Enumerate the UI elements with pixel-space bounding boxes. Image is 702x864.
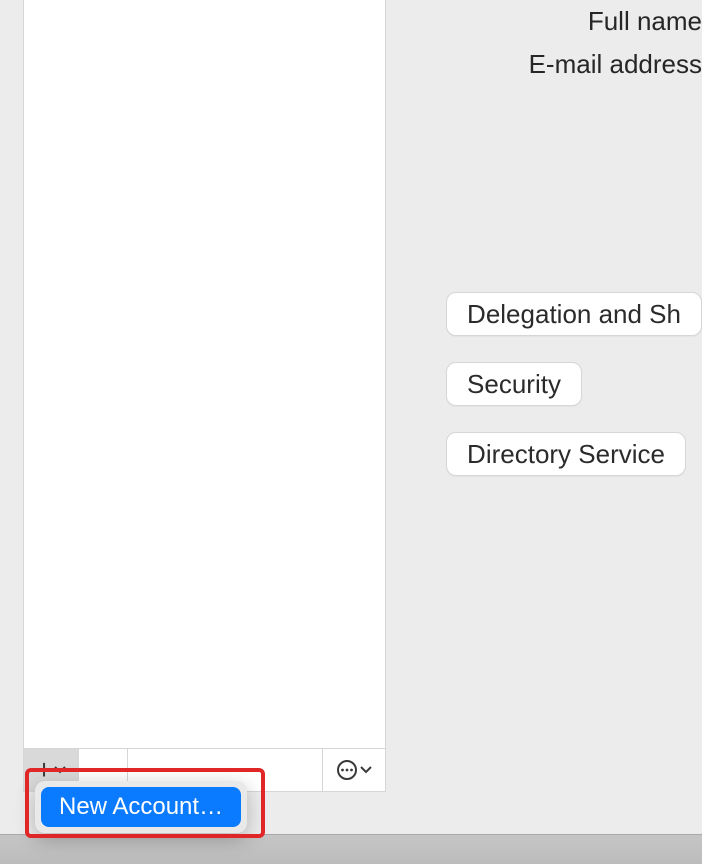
new-account-menu-item[interactable]: New Account… bbox=[41, 787, 241, 827]
window-bottom-strip bbox=[0, 834, 702, 864]
delegation-sharing-button[interactable]: Delegation and Sh bbox=[446, 292, 702, 336]
minus-icon: − bbox=[95, 756, 111, 784]
chevron-down-icon bbox=[54, 766, 66, 774]
accounts-sidebar: + − bbox=[23, 0, 386, 792]
email-address-label: E-mail address bbox=[529, 49, 702, 80]
plus-icon: + bbox=[36, 756, 52, 784]
add-account-menu: New Account… bbox=[35, 781, 247, 833]
chevron-down-icon bbox=[360, 766, 372, 774]
full-name-label: Full name bbox=[588, 6, 702, 37]
accounts-list[interactable] bbox=[24, 0, 385, 748]
account-details-panel: Full name E-mail address Delegation and … bbox=[416, 0, 702, 792]
directory-service-button[interactable]: Directory Service bbox=[446, 432, 686, 476]
actions-button[interactable] bbox=[323, 749, 385, 791]
security-button[interactable]: Security bbox=[446, 362, 582, 406]
ellipsis-circle-icon bbox=[336, 759, 358, 781]
